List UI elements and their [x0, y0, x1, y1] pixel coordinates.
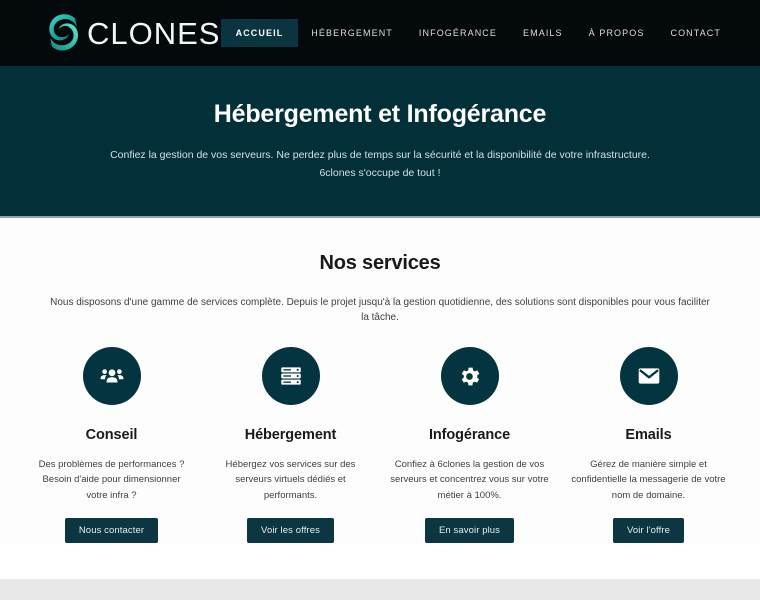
service-card-description: Des problèmes de performances ? Besoin d… — [38, 459, 185, 501]
service-card-description: Confiez à 6clones la gestion de vos serv… — [390, 459, 549, 501]
gear-cog-icon — [440, 347, 499, 405]
spiral-vortex-logo-icon — [49, 14, 79, 51]
nav-item-accueil[interactable]: ACCUEIL — [220, 19, 299, 47]
service-card-description: Gérez de manière simple et confidentiell… — [571, 459, 726, 501]
nav-item-infogerance[interactable]: INFOGÉRANCE — [406, 19, 510, 47]
voir-loffre-button[interactable]: Voir l'offre — [613, 518, 684, 544]
service-card-description: Hébergez vos services sur des serveurs v… — [225, 459, 356, 501]
en-savoir-plus-button[interactable]: En savoir plus — [424, 518, 515, 544]
hero-title: Hébergement et Infogérance — [213, 100, 547, 129]
hero-subtitle-line-2: 6clones s'occupe de tout ! — [319, 166, 441, 179]
services-section: Nos services Nous disposons d'une gamme … — [0, 218, 760, 544]
nav-item-hebergement[interactable]: HÉBERGEMENT — [298, 19, 406, 47]
envelope-icon — [619, 347, 678, 405]
page-root: CLONES ACCUEIL HÉBERGEMENT INFOGÉRANCE E… — [0, 0, 760, 600]
site-header: CLONES ACCUEIL HÉBERGEMENT INFOGÉRANCE E… — [0, 0, 760, 66]
nav-item-emails[interactable]: EMAILS — [510, 19, 576, 47]
services-lead: Nous disposons d'une gamme de services c… — [50, 297, 710, 323]
service-card-title: Emails — [625, 427, 672, 443]
hero-banner: Hébergement et Infogérance Confiez la ge… — [0, 66, 760, 218]
services-title: Nos services — [319, 252, 441, 274]
nous-contacter-button[interactable]: Nous contacter — [64, 518, 159, 544]
service-card-emails: Emails Gérez de manière simple et confid… — [559, 347, 738, 544]
hero-subtitle: Confiez la gestion de vos serveurs. Ne p… — [110, 147, 650, 182]
trust-section: 6clones s'occupe de vos serveurs Parce q… — [0, 579, 760, 600]
service-card-title: Infogérance — [428, 427, 511, 443]
nav-item-a-propos[interactable]: À PROPOS — [576, 19, 658, 47]
brand-text: CLONES — [87, 15, 221, 51]
users-group-icon — [82, 347, 141, 405]
service-card-hebergement: Hébergement Hébergez vos services sur de… — [201, 347, 380, 544]
service-card-title: Hébergement — [244, 427, 337, 443]
voir-les-offres-button[interactable]: Voir les offres — [247, 518, 334, 544]
brand-logo[interactable]: CLONES — [40, 9, 220, 57]
service-card-conseil: Conseil Des problèmes de performances ? … — [22, 347, 201, 544]
service-card-infogerance: Infogérance Confiez à 6clones la gestion… — [380, 347, 559, 544]
nav-item-contact[interactable]: CONTACT — [657, 19, 734, 47]
hero-subtitle-line-1: Confiez la gestion de vos serveurs. Ne p… — [110, 149, 650, 162]
main-navigation: ACCUEIL HÉBERGEMENT INFOGÉRANCE EMAILS À… — [220, 19, 734, 47]
server-stack-icon — [261, 347, 320, 405]
service-card-title: Conseil — [85, 427, 138, 443]
service-cards: Conseil Des problèmes de performances ? … — [0, 325, 760, 544]
